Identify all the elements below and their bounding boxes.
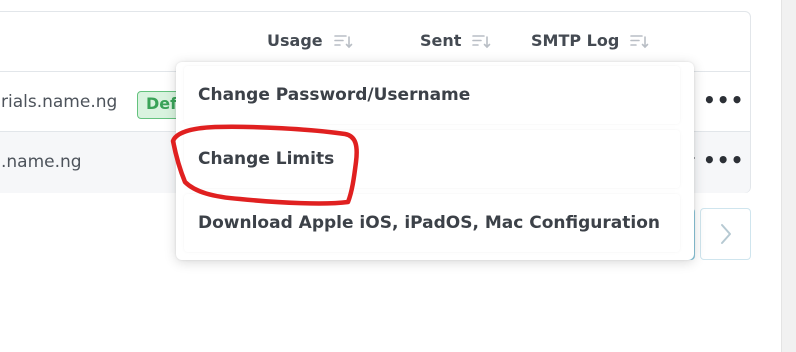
more-horizontal-icon[interactable]: ••• — [703, 148, 744, 172]
column-smtp-log-label: SMTP Log — [531, 31, 620, 50]
menu-item-change-limits[interactable]: Change Limits — [184, 130, 680, 188]
scrollbar-gutter[interactable] — [781, 0, 796, 352]
more-horizontal-icon[interactable]: ••• — [703, 88, 744, 112]
sort-icon[interactable] — [333, 33, 353, 49]
sort-icon[interactable] — [471, 33, 491, 49]
column-usage[interactable]: Usage — [267, 31, 353, 50]
menu-item-label: Download Apple iOS, iPadOS, Mac Configur… — [198, 213, 660, 233]
column-sent-label: Sent — [420, 31, 462, 50]
menu-item-label: Change Password/Username — [198, 85, 471, 105]
menu-item-download-apple-config[interactable]: Download Apple iOS, iPadOS, Mac Configur… — [184, 194, 680, 252]
column-usage-label: Usage — [267, 31, 323, 50]
column-sent[interactable]: Sent — [420, 31, 491, 50]
column-smtp-log[interactable]: SMTP Log — [531, 31, 649, 50]
email-cell: .name.ng — [1, 152, 82, 172]
email-cell: rials.name.ng — [1, 92, 118, 112]
sort-icon[interactable] — [629, 33, 649, 49]
menu-item-label: Change Limits — [198, 149, 335, 169]
chevron-right-icon — [720, 224, 731, 244]
menu-item-change-password[interactable]: Change Password/Username — [184, 66, 680, 124]
row-actions-dropdown: Change Password/Username Change Limits D… — [176, 62, 694, 260]
pagination-next-button[interactable] — [700, 208, 751, 260]
